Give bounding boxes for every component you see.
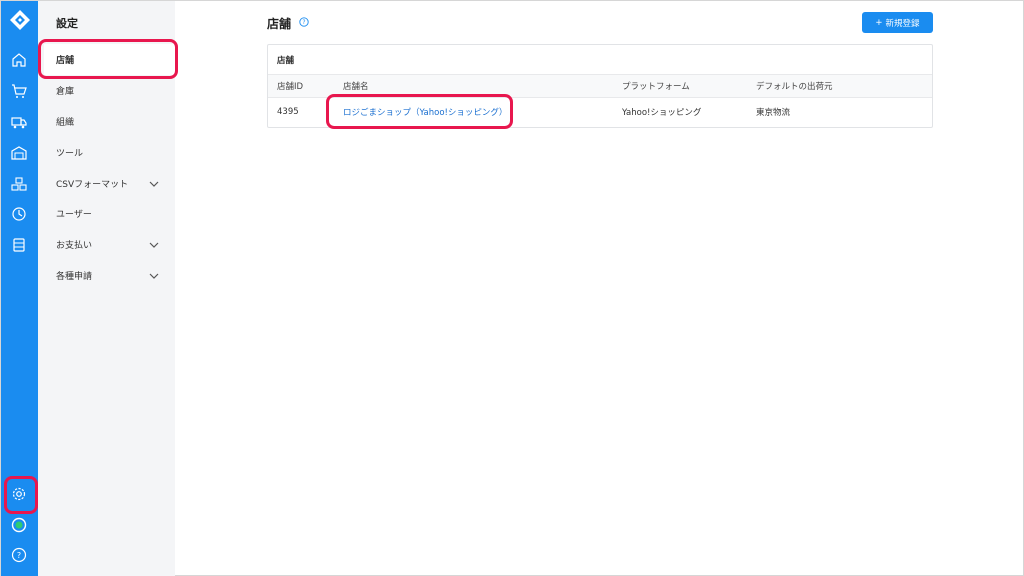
sidebar-item-label: CSVフォーマット <box>56 180 129 190</box>
sidebar-item-label: 組織 <box>56 118 75 128</box>
warehouse-icon[interactable] <box>10 144 28 162</box>
new-registration-label: 新規登録 <box>885 18 920 29</box>
home-icon[interactable] <box>10 51 28 69</box>
page-title: 店舗 <box>267 17 292 31</box>
cart-icon[interactable] <box>10 82 28 100</box>
main-content: 店舗 ? + 新規登録 店舗 店舗ID 店舗名 プラットフォーム デフォルトの出… <box>175 1 1023 575</box>
platform-cell: Yahoo!ショッピング <box>622 108 702 119</box>
stores-card: 店舗 店舗ID 店舗名 プラットフォーム デフォルトの出荷元 4395 ロジごま… <box>267 44 933 128</box>
store-name-link[interactable]: ロジごまショップ（Yahoo!ショッピング） <box>343 108 507 118</box>
history-icon[interactable] <box>10 205 28 223</box>
svg-text:?: ? <box>17 551 21 560</box>
svg-text:?: ? <box>302 19 305 26</box>
chevron-down-icon <box>149 242 159 248</box>
column-header-platform: プラットフォーム <box>613 75 747 98</box>
status-icon[interactable] <box>10 516 28 534</box>
column-header-id: 店舗ID <box>268 75 334 98</box>
sidebar-item-organization[interactable]: 組織 <box>44 106 175 137</box>
sidebar-item-label: お支払い <box>56 241 93 251</box>
sidebar-item-label: ツール <box>56 149 84 159</box>
store-id-cell: 4395 <box>277 107 299 118</box>
column-header-name: 店舗名 <box>334 75 613 98</box>
sidebar-item-payments[interactable]: お支払い <box>44 229 175 260</box>
database-icon[interactable] <box>10 236 28 254</box>
plus-icon: + <box>875 17 883 28</box>
app-window: ? 設定 店舗 倉庫 組織 ツール CSVフォーマット ユーザー お支払い 各種… <box>0 0 1024 576</box>
stores-table: 店舗ID 店舗名 プラットフォーム デフォルトの出荷元 4395 ロジごまショッ… <box>268 75 932 127</box>
shipping-origin-cell: 東京物流 <box>756 108 791 119</box>
truck-icon[interactable] <box>10 113 28 131</box>
boxes-icon[interactable] <box>10 175 28 193</box>
help-icon[interactable]: ? <box>299 17 309 27</box>
table-header-row: 店舗ID 店舗名 プラットフォーム デフォルトの出荷元 <box>268 75 932 98</box>
icon-rail: ? <box>1 1 38 576</box>
sidebar-item-label: 倉庫 <box>56 87 75 97</box>
help-circle-icon[interactable]: ? <box>10 546 28 564</box>
column-header-origin: デフォルトの出荷元 <box>747 75 932 98</box>
settings-sidebar: 設定 店舗 倉庫 組織 ツール CSVフォーマット ユーザー お支払い 各種申請 <box>38 1 175 576</box>
sidebar-item-stores[interactable]: 店舗 <box>44 44 175 75</box>
table-row: 4395 ロジごまショップ（Yahoo!ショッピング） Yahoo!ショッピング… <box>268 97 932 127</box>
sidebar-item-label: 各種申請 <box>56 272 93 282</box>
sidebar-item-users[interactable]: ユーザー <box>44 198 175 229</box>
card-title: 店舗 <box>268 45 932 75</box>
store-name-cell: ロジごまショップ（Yahoo!ショッピング） <box>334 97 613 127</box>
new-registration-button[interactable]: + 新規登録 <box>862 12 933 33</box>
sidebar-item-label: 店舗 <box>56 56 75 66</box>
sidebar-item-warehouse[interactable]: 倉庫 <box>44 75 175 106</box>
chevron-down-icon <box>149 181 159 187</box>
sidebar-item-tools[interactable]: ツール <box>44 137 175 168</box>
settings-gear-icon[interactable] <box>10 485 28 503</box>
sidebar-item-label: ユーザー <box>56 210 92 220</box>
chevron-down-icon <box>149 273 159 279</box>
sidebar-item-applications[interactable]: 各種申請 <box>44 260 175 291</box>
sidebar-title: 設定 <box>56 17 78 30</box>
sidebar-item-csv-format[interactable]: CSVフォーマット <box>44 168 175 199</box>
logo-icon[interactable] <box>9 9 31 31</box>
